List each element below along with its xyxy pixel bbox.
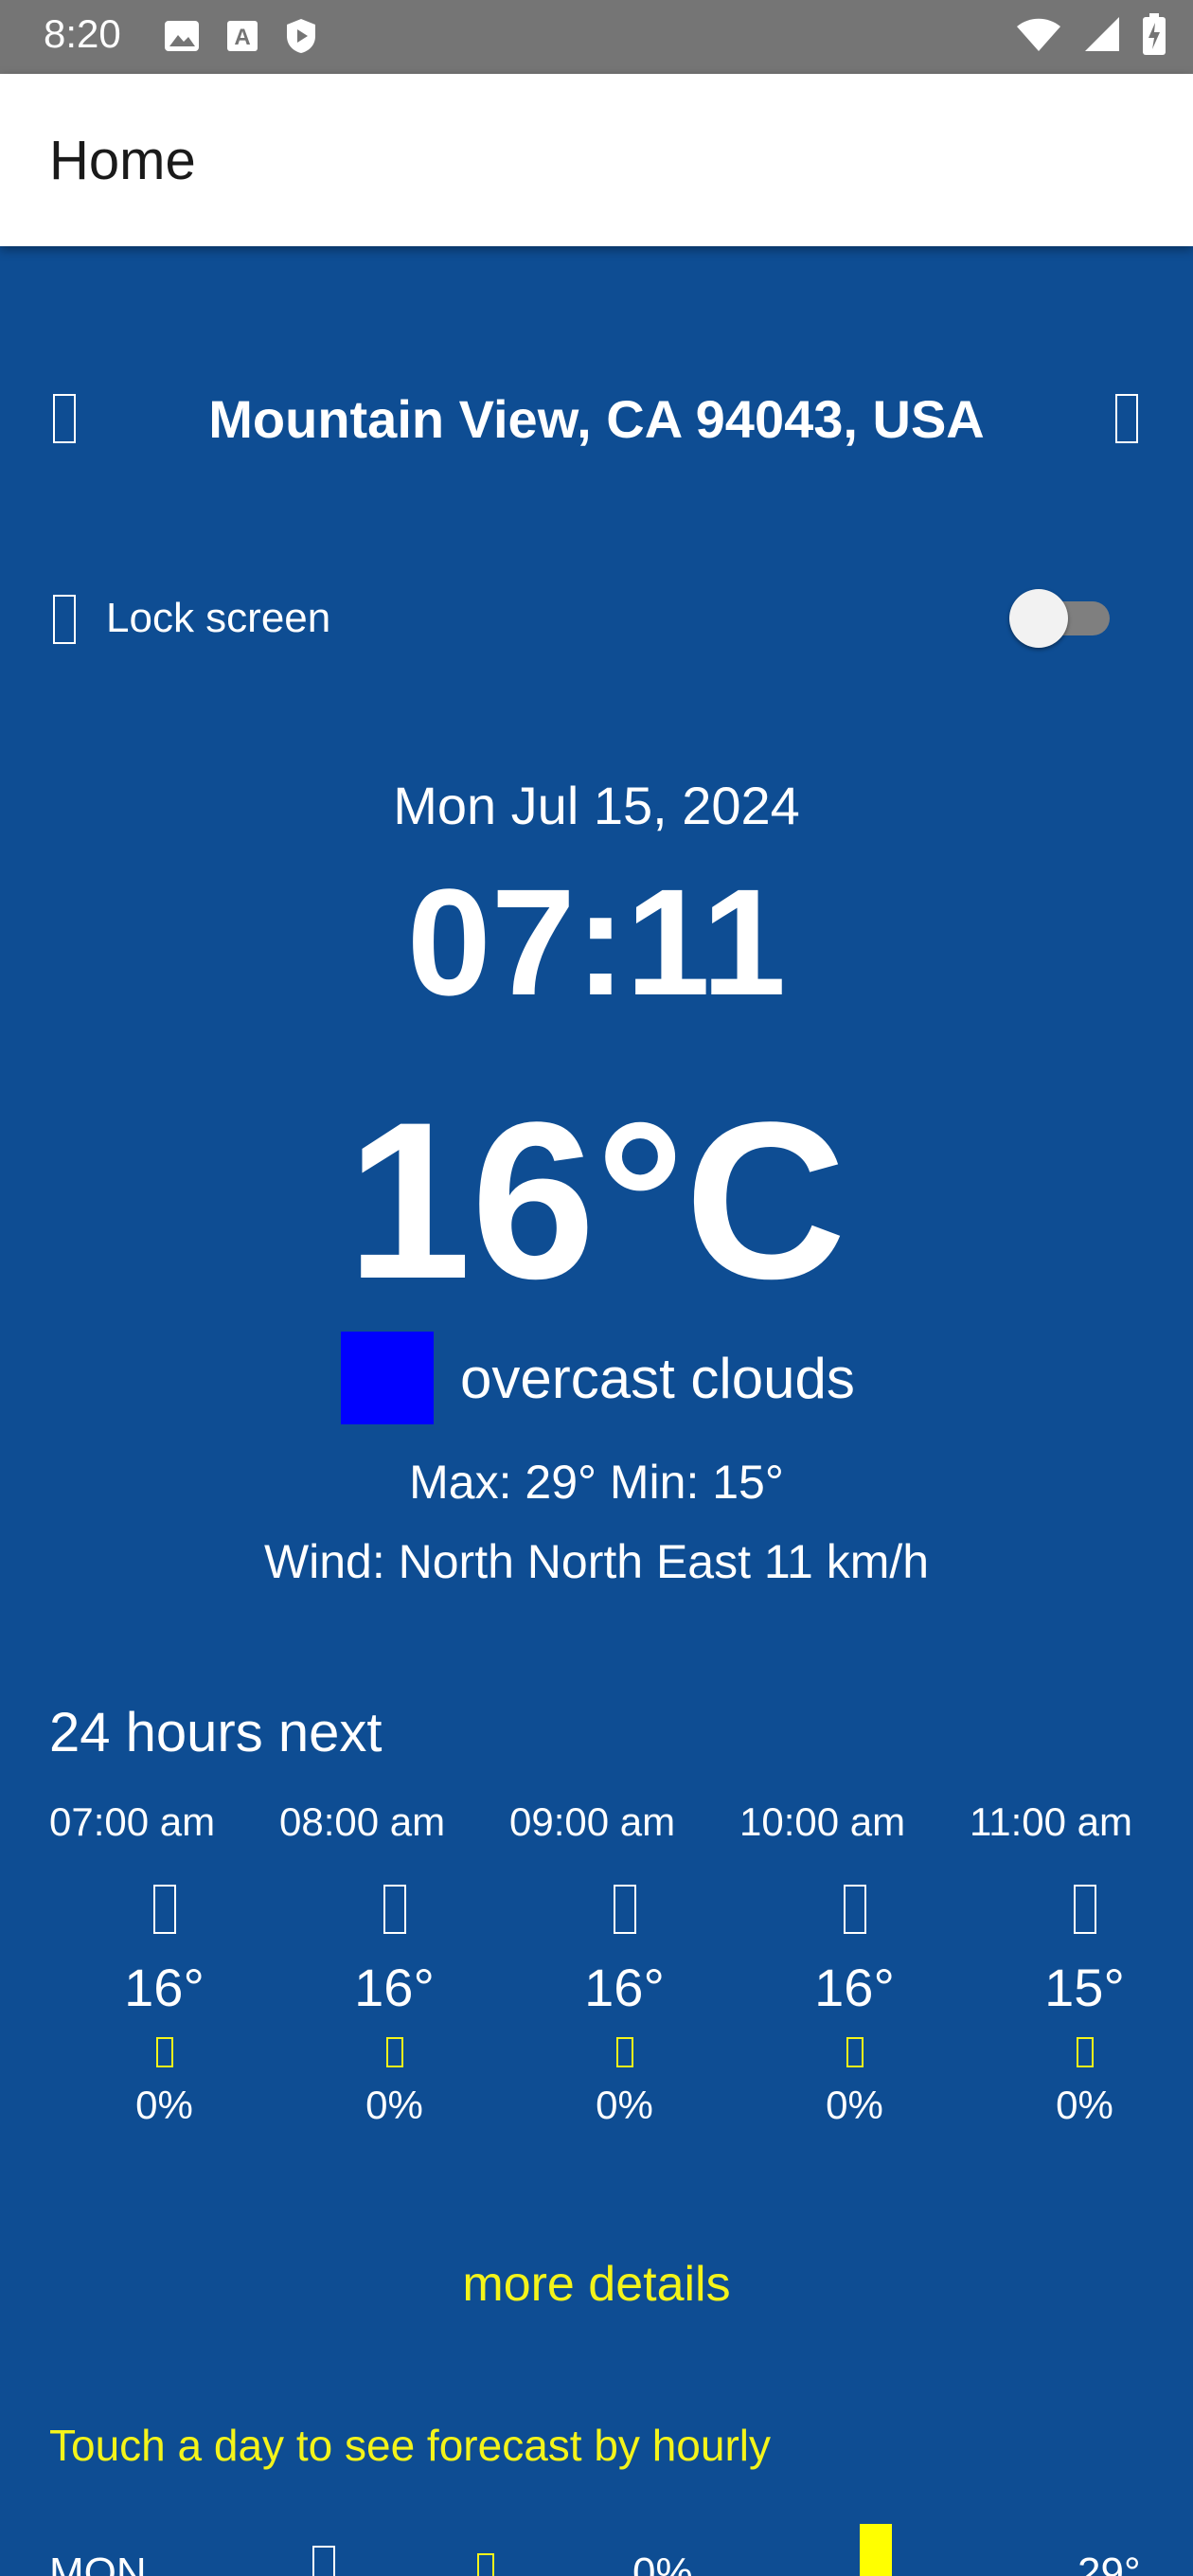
hourly-item[interactable]: 08:00 am 16° 0%	[279, 1799, 509, 2128]
hourly-time: 07:00 am	[49, 1799, 216, 1844]
shield-play-icon	[287, 19, 315, 53]
hourly-temperature: 16°	[584, 1958, 665, 2017]
lock-screen-label: Lock screen	[106, 595, 331, 641]
weather-icon	[1073, 1885, 1096, 1934]
lock-screen-toggle-thumb[interactable]	[1009, 589, 1068, 648]
location-title: Mountain View, CA 94043, USA	[208, 389, 985, 449]
status-bar: 8:20 A	[0, 0, 1193, 74]
hourly-temperature: 16°	[354, 1958, 435, 2017]
max-min-temperature: Max: 29° Min: 15°	[409, 1456, 784, 1509]
hourly-precipitation: 0%	[135, 2083, 193, 2127]
font-a-icon: A	[227, 21, 258, 51]
rain-drop-icon	[477, 2553, 494, 2576]
hourly-item[interactable]: 10:00 am 16° 0%	[739, 1799, 970, 2128]
refresh-icon[interactable]	[1115, 394, 1138, 443]
hourly-time: 09:00 am	[509, 1799, 676, 1844]
app-bar: Home	[0, 74, 1193, 246]
daily-max-temperature: 29°	[1077, 2549, 1141, 2576]
hourly-time: 11:00 am	[970, 1799, 1132, 1844]
daily-row[interactable]: MON 0% 29°	[0, 2519, 1193, 2576]
hourly-item[interactable]: 07:00 am 16° 0%	[49, 1799, 279, 2128]
hourly-precipitation: 0%	[365, 2083, 423, 2127]
weather-icon	[152, 1885, 176, 1934]
svg-text:A: A	[234, 25, 250, 50]
hourly-precipitation: 0%	[596, 2083, 653, 2127]
rain-drop-icon	[615, 2037, 633, 2067]
condition-text: overcast clouds	[460, 1346, 855, 1410]
hourly-item[interactable]: 11:00 am 15° 0%	[970, 1799, 1144, 2128]
hourly-section-title: 24 hours next	[49, 1702, 383, 1763]
current-temperature: 16°C	[347, 1076, 846, 1326]
rain-drop-icon	[155, 2037, 173, 2067]
hourly-time: 08:00 am	[279, 1799, 446, 1844]
page-title: Home	[49, 130, 196, 191]
lock-icon	[53, 595, 76, 644]
more-details-link[interactable]: more details	[0, 2256, 1193, 2313]
rain-drop-icon	[385, 2037, 403, 2067]
daily-temperature-bar	[860, 2524, 892, 2576]
status-time: 8:20	[44, 11, 121, 56]
image-icon	[165, 21, 199, 51]
hourly-time: 10:00 am	[739, 1799, 906, 1844]
weather-icon	[383, 1885, 406, 1934]
hourly-item[interactable]: 09:00 am 16° 0%	[509, 1799, 739, 2128]
hourly-precipitation: 0%	[826, 2083, 883, 2127]
daily-day: MON	[49, 2549, 147, 2576]
current-date: Mon Jul 15, 2024	[393, 776, 800, 835]
condition-row: overcast clouds	[341, 1332, 855, 1424]
hourly-precipitation: 0%	[1056, 2083, 1113, 2127]
hourly-temperature: 15°	[1044, 1958, 1125, 2017]
wind-info: Wind: North North East 11 km/h	[263, 1535, 930, 1588]
weather-icon	[613, 1885, 636, 1934]
hourly-forecast-list[interactable]: 07:00 am 16° 0% 08:00 am 16° 0% 09:00 am…	[49, 1799, 1144, 2159]
hourly-temperature: 16°	[124, 1958, 205, 2017]
weather-condition-icon	[341, 1332, 434, 1424]
daily-hint: Touch a day to see forecast by hourly	[49, 2421, 771, 2470]
rain-drop-icon	[846, 2037, 864, 2067]
current-time: 07:11	[406, 857, 787, 1027]
wifi-icon	[1017, 18, 1060, 51]
signal-icon	[1085, 17, 1119, 51]
hourly-temperature: 16°	[814, 1958, 895, 2017]
daily-precipitation: 0%	[632, 2549, 693, 2576]
weather-icon	[843, 1885, 866, 1934]
rain-drop-icon	[1076, 2037, 1094, 2067]
weather-icon	[312, 2546, 335, 2576]
battery-charging-icon	[1143, 13, 1166, 55]
